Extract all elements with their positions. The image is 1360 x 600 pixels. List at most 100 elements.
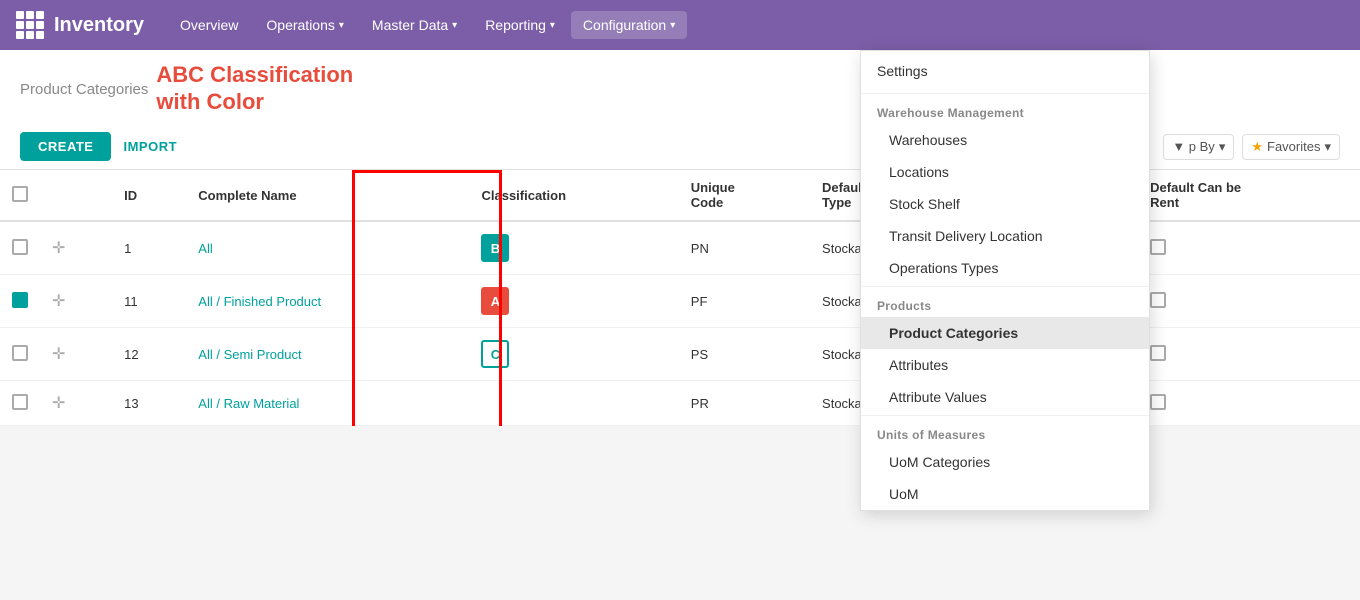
row-rent-checkbox[interactable]: [1150, 394, 1166, 410]
group-by-button[interactable]: ▼ p By ▾: [1163, 134, 1234, 160]
drag-handle-icon[interactable]: ✛: [52, 240, 65, 257]
table-body: ✛1AllBPNStockable Product✛11All / Finish…: [0, 221, 1360, 426]
products-header: Products: [861, 289, 1149, 317]
drag-handle-icon[interactable]: ✛: [52, 395, 65, 412]
grid-icon: [16, 11, 44, 39]
header-can-rent[interactable]: Default Can beRent: [1138, 170, 1360, 221]
create-button[interactable]: CREATE: [20, 132, 111, 161]
row-code: PN: [679, 221, 810, 275]
caret-icon: ▾: [670, 20, 675, 31]
table-row: ✛11All / Finished ProductAPFStockable Pr…: [0, 275, 1360, 328]
navbar: Inventory Overview Operations ▾ Master D…: [0, 0, 1360, 50]
row-id: 1: [112, 221, 186, 275]
dropdown-operations-types[interactable]: Operations Types: [861, 252, 1149, 284]
drag-handle-icon[interactable]: ✛: [52, 293, 65, 310]
row-rent-checkbox[interactable]: [1150, 239, 1166, 255]
drag-handle-cell: ✛: [40, 221, 112, 275]
brand-label: Inventory: [54, 14, 144, 37]
classification-badge[interactable]: B: [481, 234, 509, 262]
row-checkbox-cell: [0, 221, 40, 275]
caret-icon: ▾: [1219, 139, 1226, 155]
drag-handle-cell: ✛: [40, 275, 112, 328]
dropdown-attribute-values[interactable]: Attribute Values: [861, 381, 1149, 413]
nav-configuration[interactable]: Configuration ▾: [571, 11, 687, 39]
row-checkbox-cell: [0, 328, 40, 381]
table-row: ✛13All / Raw MaterialPRStockable Product: [0, 381, 1360, 426]
drag-handle-icon[interactable]: ✛: [52, 346, 65, 363]
configuration-dropdown: Settings Warehouse Management Warehouses…: [860, 50, 1150, 511]
warehouse-management-header: Warehouse Management: [861, 96, 1149, 124]
nav-overview[interactable]: Overview: [168, 11, 250, 39]
table-wrapper: ID Complete Name Classification UniqueCo…: [0, 170, 1360, 426]
nav-operations[interactable]: Operations ▾: [254, 11, 356, 39]
row-checkbox[interactable]: [12, 394, 28, 410]
row-rent-checkbox[interactable]: [1150, 292, 1166, 308]
row-code: PR: [679, 381, 810, 426]
divider: [861, 93, 1149, 94]
header-classification[interactable]: Classification: [469, 170, 678, 221]
dropdown-product-categories[interactable]: Product Categories: [861, 317, 1149, 349]
row-classification: B: [469, 221, 678, 275]
caret-icon: ▾: [452, 20, 457, 31]
divider: [861, 286, 1149, 287]
favorites-button[interactable]: ★ Favorites ▾: [1242, 134, 1340, 160]
table-row: ✛1AllBPNStockable Product: [0, 221, 1360, 275]
row-classification: A: [469, 275, 678, 328]
row-name[interactable]: All / Semi Product: [186, 328, 469, 381]
row-classification: [469, 381, 678, 426]
row-checkbox-cell: [0, 381, 40, 426]
row-code: PF: [679, 275, 810, 328]
row-name[interactable]: All / Finished Product: [186, 275, 469, 328]
uom-header: Units of Measures: [861, 418, 1149, 446]
dropdown-locations[interactable]: Locations: [861, 156, 1149, 188]
classification-badge[interactable]: C: [481, 340, 509, 368]
row-name[interactable]: All: [186, 221, 469, 275]
dropdown-attributes[interactable]: Attributes: [861, 349, 1149, 381]
nav-reporting[interactable]: Reporting ▾: [473, 11, 567, 39]
row-classification: C: [469, 328, 678, 381]
row-checkbox[interactable]: [12, 292, 28, 308]
drag-handle-cell: ✛: [40, 328, 112, 381]
header-id[interactable]: ID: [112, 170, 186, 221]
header-checkbox-cell: [0, 170, 40, 221]
header-checkbox[interactable]: [12, 186, 28, 202]
classification-badge[interactable]: A: [481, 287, 509, 315]
row-id: 12: [112, 328, 186, 381]
row-rent-checkbox[interactable]: [1150, 345, 1166, 361]
data-table: ID Complete Name Classification UniqueCo…: [0, 170, 1360, 426]
breadcrumb: Product Categories: [20, 81, 148, 98]
page-title: ABC Classification with Color: [156, 62, 353, 116]
dropdown-settings[interactable]: Settings: [861, 51, 1149, 91]
header-unique-code[interactable]: UniqueCode: [679, 170, 810, 221]
brand[interactable]: Inventory: [16, 11, 144, 39]
row-can-rent-cell: [1138, 275, 1360, 328]
divider: [861, 415, 1149, 416]
row-can-rent-cell: [1138, 381, 1360, 426]
dropdown-uom[interactable]: UoM: [861, 478, 1149, 510]
dropdown-transit-delivery[interactable]: Transit Delivery Location: [861, 220, 1149, 252]
import-button[interactable]: IMPORT: [123, 139, 177, 154]
table-header-row: ID Complete Name Classification UniqueCo…: [0, 170, 1360, 221]
row-checkbox-cell: [0, 275, 40, 328]
dropdown-warehouses[interactable]: Warehouses: [861, 124, 1149, 156]
dropdown-uom-categories[interactable]: UoM Categories: [861, 446, 1149, 478]
main-content: ID Complete Name Classification UniqueCo…: [0, 170, 1360, 426]
sub-header: Product Categories ABC Classification wi…: [0, 50, 1360, 170]
row-can-rent-cell: [1138, 221, 1360, 275]
table-row: ✛12All / Semi ProductCPSStockable Produc…: [0, 328, 1360, 381]
right-controls: ▼ p By ▾ ★ Favorites ▾: [1163, 134, 1340, 160]
nav-items: Overview Operations ▾ Master Data ▾ Repo…: [168, 11, 1344, 39]
header-complete-name[interactable]: Complete Name: [186, 170, 469, 221]
header-drag: [40, 170, 112, 221]
star-icon: ★: [1251, 139, 1263, 155]
row-checkbox[interactable]: [12, 345, 28, 361]
row-code: PS: [679, 328, 810, 381]
row-id: 13: [112, 381, 186, 426]
nav-master-data[interactable]: Master Data ▾: [360, 11, 469, 39]
dropdown-stock-shelf[interactable]: Stock Shelf: [861, 188, 1149, 220]
caret-icon: ▾: [1324, 139, 1331, 155]
row-can-rent-cell: [1138, 328, 1360, 381]
row-name[interactable]: All / Raw Material: [186, 381, 469, 426]
row-checkbox[interactable]: [12, 239, 28, 255]
drag-handle-cell: ✛: [40, 381, 112, 426]
